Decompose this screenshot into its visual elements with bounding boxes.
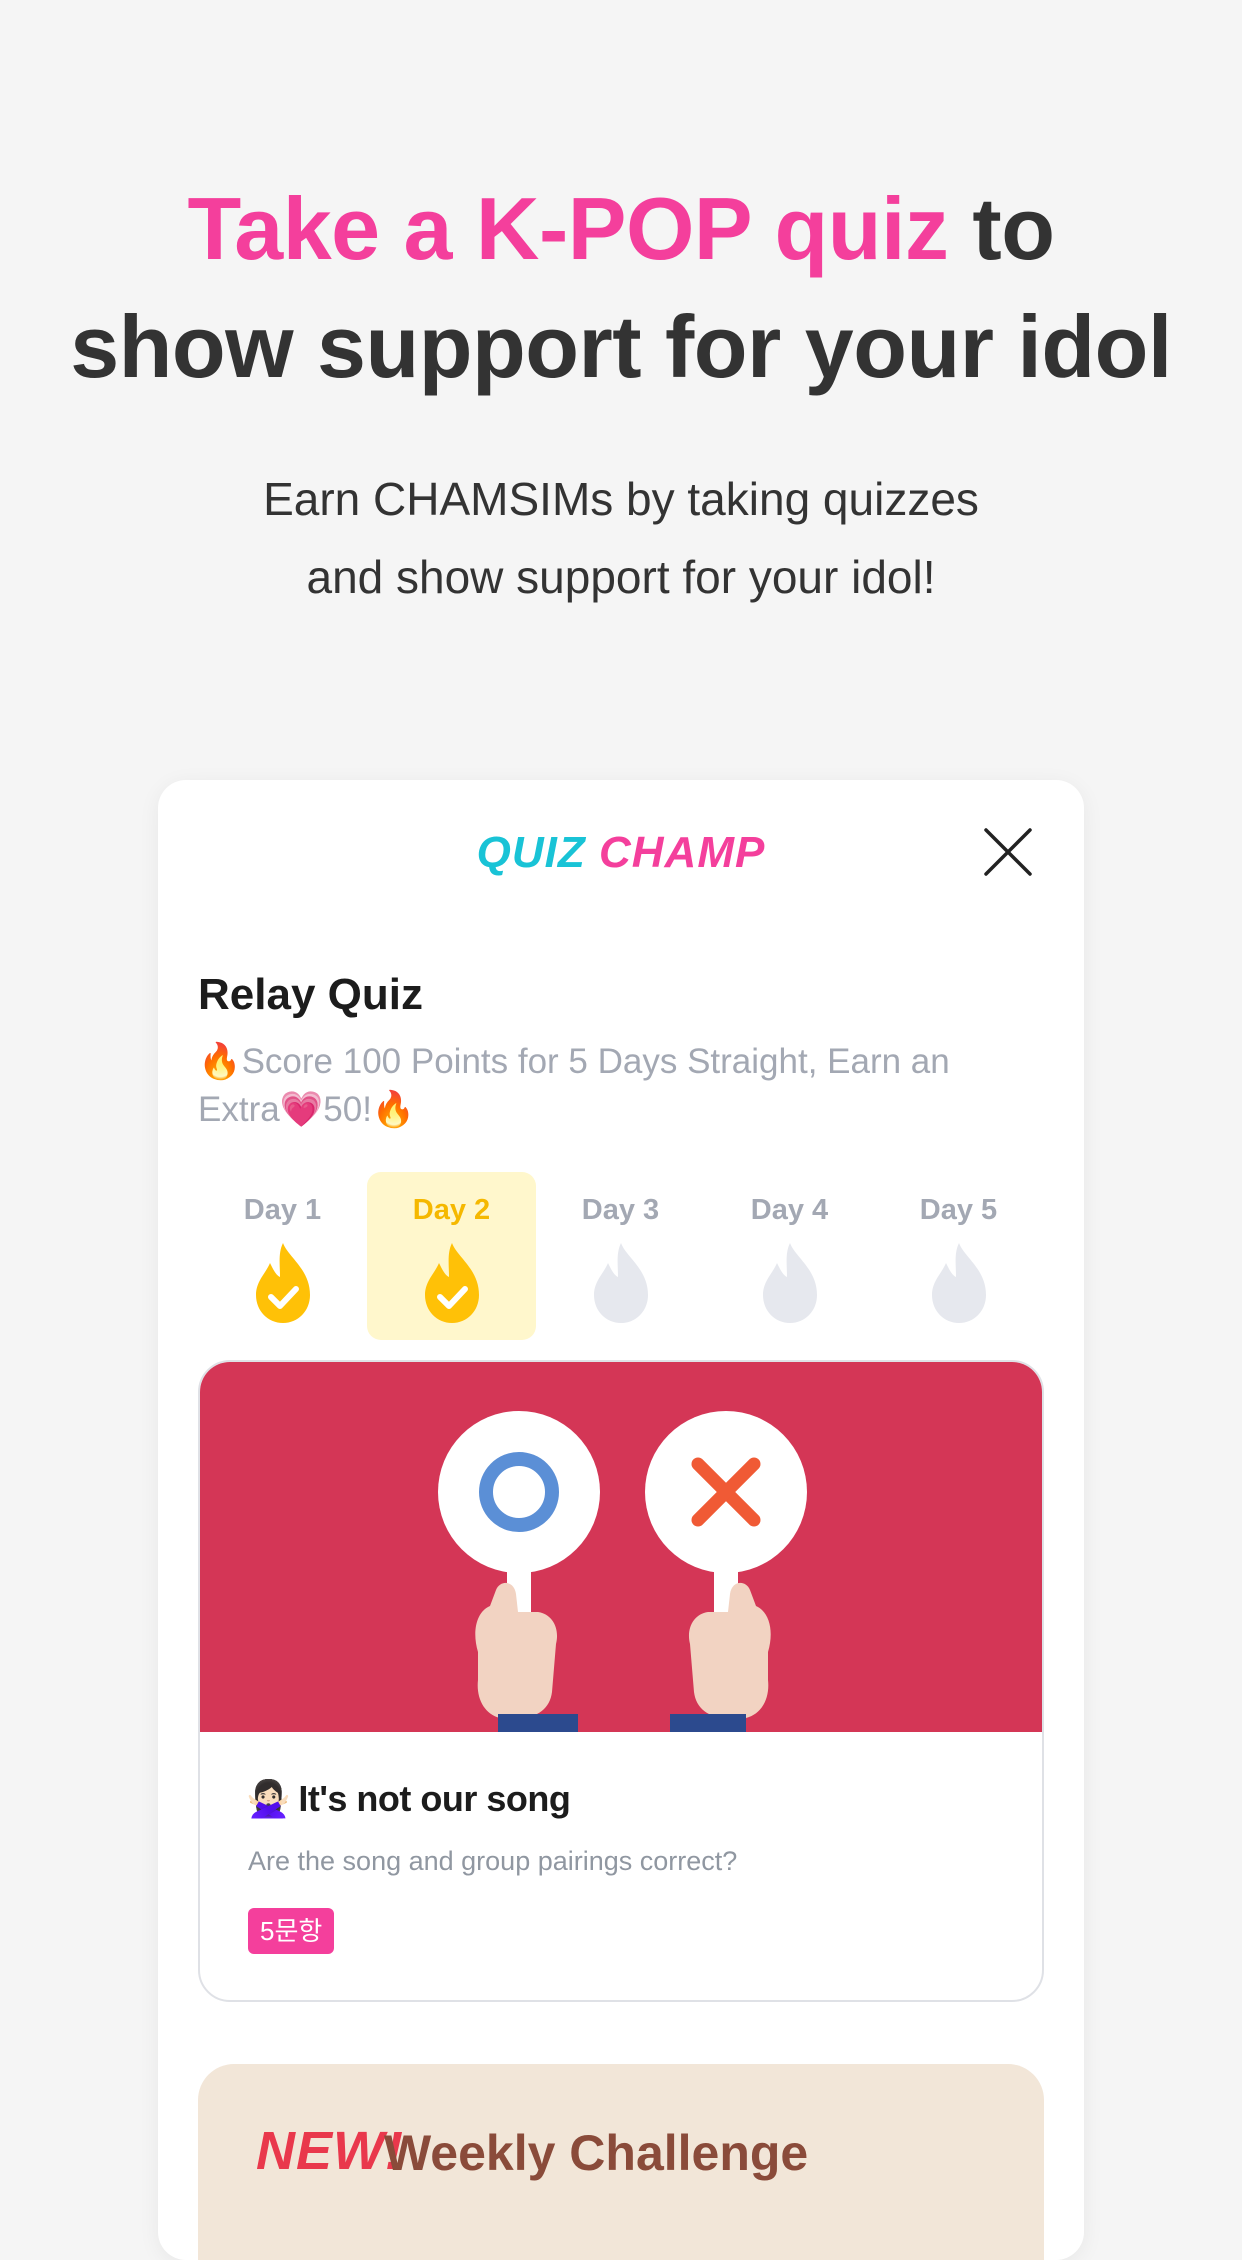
brand-champ: CHAMP <box>599 828 766 877</box>
quiz-description: Are the song and group pairings correct? <box>248 1846 738 1876</box>
day-label: Day 4 <box>750 1194 829 1226</box>
subtitle: Earn CHAMSIMs by taking quizzes and show… <box>0 460 1242 616</box>
quiz-champ-card: QUIZ CHAMP Relay Quiz 🔥Score 100 Points … <box>158 780 1084 2260</box>
quiz-item-card[interactable]: 🙅🏻‍♀️ It's not our song Are the song and … <box>198 1360 1044 2002</box>
headline-highlight: Take a K-POP quiz <box>187 179 949 278</box>
close-button[interactable] <box>980 824 1036 880</box>
day-label: Day 2 <box>412 1194 491 1226</box>
new-label: NEW! <box>256 2121 404 2181</box>
day-tracker: Day 1 Day 2 Day 3 Day 4 Day 5 <box>198 1172 1044 1340</box>
flame-icon <box>593 1243 648 1323</box>
relay-quiz-subtitle: 🔥Score 100 Points for 5 Days Straight, E… <box>198 1042 950 1129</box>
quiz-banner-illustration <box>200 1362 1042 1732</box>
day-3[interactable]: Day 3 <box>536 1172 705 1340</box>
question-count-badge: 5문항 <box>248 1908 335 1954</box>
headline-line2: show support for your idol <box>70 297 1172 396</box>
subtitle-line1: Earn CHAMSIMs by taking quizzes <box>263 473 979 525</box>
day-label: Day 3 <box>581 1194 660 1226</box>
flame-icon <box>762 1243 817 1323</box>
subtitle-line2: and show support for your idol! <box>306 551 936 603</box>
day-4[interactable]: Day 4 <box>705 1172 874 1340</box>
day-5[interactable]: Day 5 <box>874 1172 1043 1340</box>
weekly-challenge-banner[interactable]: NEW! Weekly Challenge <box>198 2064 1044 2260</box>
close-icon <box>984 828 1032 876</box>
quiz-title-text: It's not our song <box>298 1778 571 1819</box>
flame-icon <box>931 1243 986 1323</box>
day-2[interactable]: Day 2 <box>367 1172 536 1340</box>
relay-quiz-title: Relay Quiz <box>198 970 423 1019</box>
weekly-challenge-title: Weekly Challenge <box>384 2125 809 2181</box>
quiz-emoji: 🙅🏻‍♀️ <box>246 1778 291 1819</box>
flame-check-icon <box>255 1243 310 1323</box>
day-label: Day 1 <box>243 1194 322 1226</box>
day-1[interactable]: Day 1 <box>198 1172 367 1340</box>
headline: Take a K-POP quiz to show support for yo… <box>0 170 1242 406</box>
quiz-title: 🙅🏻‍♀️ It's not our song <box>246 1778 571 1820</box>
headline-rest: to <box>948 179 1055 278</box>
flame-check-icon <box>424 1243 479 1323</box>
brand-quiz: QUIZ <box>476 828 586 877</box>
brand-logo: QUIZ CHAMP <box>158 828 1084 878</box>
day-label: Day 5 <box>919 1194 998 1226</box>
headline-line1: Take a K-POP quiz to <box>0 170 1242 288</box>
ox-signs-illustration <box>438 1411 807 1732</box>
